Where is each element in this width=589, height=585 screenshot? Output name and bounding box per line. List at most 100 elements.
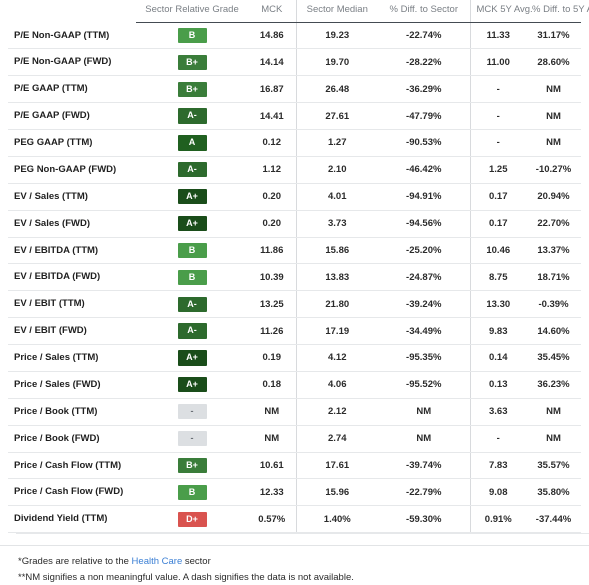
sector-median-value: 19.23 [295, 22, 378, 50]
table-row: PEG GAAP (TTM) A 0.12 1.27 -90.53% - NM [8, 129, 581, 157]
grade-badge: B [177, 242, 207, 259]
grade-cell: A+ [136, 371, 248, 399]
grade-cell: B+ [136, 75, 248, 104]
grade-cell: B [136, 478, 248, 507]
footnote-nm: **NM signifies a non meaningful value. A… [18, 571, 354, 583]
sector-median-value: 13.83 [295, 263, 378, 292]
diff-to-sector-value: -25.20% [378, 237, 470, 265]
metric-label: P/E GAAP (TTM) [8, 75, 136, 104]
table-row: EV / EBITDA (FWD) B 10.39 13.83 -24.87% 8.75 1… [8, 263, 581, 292]
grade-badge: B [177, 484, 207, 500]
diff-to-5y-avg-value: 35.80% [526, 478, 581, 507]
table-row: P/E Non-GAAP (FWD) B+ 14.14 19.70 -28.22% 11.… [8, 48, 581, 77]
valuation-grades-table: Sector Relative Grade MCK Sector Median … [8, 0, 589, 534]
sector-median-value: 21.80 [295, 290, 378, 319]
diff-to-5y-avg-value: 35.45% [526, 344, 581, 372]
mck-value: 0.19 [248, 344, 296, 372]
sector-median-value: 2.10 [295, 156, 378, 184]
table-row: Price / Cash Flow (FWD) B 12.33 15.96 -22.79… [8, 478, 581, 507]
table-row: P/E Non-GAAP (TTM) B 14.86 19.23 -22.74% 11.3… [8, 22, 581, 50]
grade-cell: A+ [136, 210, 248, 238]
diff-to-5y-avg-value: NM [526, 398, 581, 426]
grade-badge: - [177, 404, 207, 420]
grade-cell: A- [136, 290, 248, 319]
metric-label: EV / EBITDA (FWD) [8, 263, 136, 292]
diff-to-sector-value: -39.74% [378, 452, 470, 480]
sector-median-value: 15.96 [295, 478, 378, 507]
table-row: P/E GAAP (FWD) A- 14.41 27.61 -47.79% - NM [8, 102, 581, 130]
health-care-sector-link[interactable]: Health Care [132, 556, 183, 567]
mck-5y-avg-value: - [469, 425, 526, 453]
mck-value: 10.39 [248, 263, 296, 292]
diff-to-sector-value: -95.52% [378, 371, 470, 399]
mck-value: 11.26 [248, 317, 296, 345]
table-header: Sector Relative Grade MCK Sector Median … [8, 0, 589, 23]
sector-median-value: 27.61 [295, 102, 378, 130]
mck-5y-avg-value: 7.83 [469, 452, 526, 480]
mck-5y-avg-value: 3.63 [469, 398, 526, 426]
grade-cell: - [136, 398, 248, 426]
sector-median-value: 3.73 [295, 210, 378, 238]
grade-badge: B+ [177, 54, 207, 70]
table-row: Price / Sales (FWD) A+ 0.18 4.06 -95.52% 0.13… [8, 371, 581, 399]
diff-to-sector-value: -46.42% [378, 156, 470, 184]
diff-to-sector-value: -22.74% [378, 22, 470, 50]
grade-cell: B+ [136, 48, 248, 77]
metric-label: EV / Sales (FWD) [8, 210, 136, 238]
table-body: P/E Non-GAAP (TTM) B 14.86 19.23 -22.74% 11.3… [8, 22, 581, 534]
sector-median-value: 2.12 [295, 398, 378, 426]
diff-to-sector-value: -94.91% [378, 183, 470, 211]
diff-to-sector-value: NM [378, 398, 470, 426]
grade-badge: - [177, 430, 207, 447]
diff-to-5y-avg-value: 13.37% [526, 237, 581, 265]
grade-badge: A+ [177, 215, 207, 232]
sector-median-value: 1.27 [295, 129, 378, 157]
table-row: Dividend Yield (TTM) D+ 0.57% 1.40% -59.30% 0… [8, 505, 581, 534]
metric-label: PEG Non-GAAP (FWD) [8, 156, 136, 184]
grade-cell: A- [136, 102, 248, 130]
grade-badge: B [177, 269, 207, 285]
mck-value: 0.20 [248, 210, 296, 238]
mck-value: 14.86 [248, 22, 296, 50]
metric-label: P/E Non-GAAP (FWD) [8, 48, 136, 77]
diff-to-5y-avg-value: -0.39% [526, 290, 581, 319]
mck-5y-avg-value: - [469, 129, 526, 157]
sector-median-value: 1.40% [295, 505, 378, 534]
diff-to-sector-value: NM [378, 425, 470, 453]
grade-badge: A- [177, 323, 207, 339]
grade-cell: - [136, 425, 248, 453]
table-row: Price / Sales (TTM) A+ 0.19 4.12 -95.35% 0.14… [8, 344, 581, 372]
column-header-diff-to-sector: % Diff. to Sector [378, 0, 470, 23]
mck-value: 0.20 [248, 183, 296, 211]
diff-to-5y-avg-value: NM [526, 75, 581, 104]
sector-median-value: 4.01 [295, 183, 378, 211]
metric-label: P/E GAAP (FWD) [8, 102, 136, 130]
mck-5y-avg-value: 9.83 [469, 317, 526, 345]
mck-value: 13.25 [248, 290, 296, 319]
metric-label: EV / EBIT (FWD) [8, 317, 136, 345]
diff-to-5y-avg-value: 28.60% [526, 48, 581, 77]
metric-label: Price / Cash Flow (TTM) [8, 452, 136, 480]
table-header-row: Sector Relative Grade MCK Sector Median … [8, 0, 589, 23]
mck-value: 1.12 [248, 156, 296, 184]
grade-cell: B [136, 237, 248, 265]
mck-value: 16.87 [248, 75, 296, 104]
footnote-grades-prefix: *Grades are relative to the [18, 556, 132, 568]
sector-median-value: 2.74 [295, 425, 378, 453]
grade-cell: B [136, 22, 248, 50]
page-bottom-rule [0, 545, 589, 546]
table-row: EV / Sales (TTM) A+ 0.20 4.01 -94.91% 0.17 20.… [8, 183, 581, 211]
mck-value: 14.41 [248, 102, 296, 130]
mck-5y-avg-value: 10.46 [469, 237, 526, 265]
metric-label: EV / EBIT (TTM) [8, 290, 136, 319]
diff-to-5y-avg-value: NM [526, 425, 581, 453]
grade-cell: B [136, 263, 248, 292]
diff-to-sector-value: -39.24% [378, 290, 470, 319]
diff-to-sector-value: -34.49% [378, 317, 470, 345]
diff-to-sector-value: -22.79% [378, 478, 470, 507]
mck-value: 0.12 [248, 129, 296, 157]
mck-5y-avg-value: 9.08 [469, 478, 526, 507]
diff-to-5y-avg-value: 31.17% [526, 22, 581, 50]
metric-label: Dividend Yield (TTM) [8, 505, 136, 534]
sector-median-value: 17.19 [295, 317, 378, 345]
